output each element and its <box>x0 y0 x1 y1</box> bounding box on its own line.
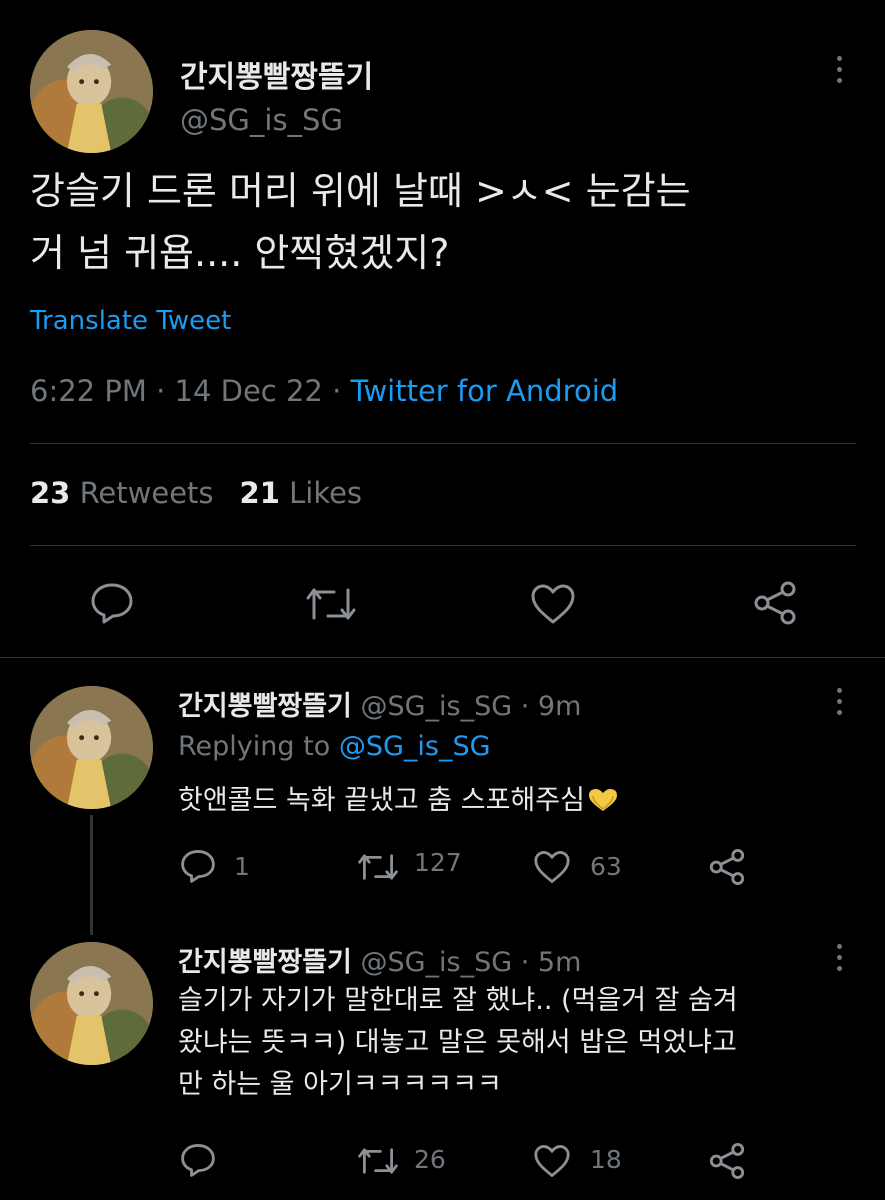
reply-handle-time[interactable]: @SG_is_SG · 9m <box>360 691 581 722</box>
like-count: 18 <box>590 1145 622 1174</box>
meta-separator: · <box>322 374 351 408</box>
reply-display-name[interactable]: 간지뽕빨짱뜰기 <box>178 947 352 978</box>
tweet-date: 14 Dec 22 <box>174 374 323 408</box>
meta-separator: · <box>146 374 175 408</box>
thread-line <box>90 815 93 935</box>
reply-icon[interactable] <box>90 582 134 624</box>
divider <box>0 657 885 658</box>
replying-to-mention[interactable]: @SG_is_SG <box>339 731 491 762</box>
reply-icon[interactable] <box>180 849 216 883</box>
tweet-meta: 6:22 PM · 14 Dec 22 · Twitter for Androi… <box>30 374 618 408</box>
main-avatar[interactable] <box>30 30 153 153</box>
divider <box>30 443 856 444</box>
main-display-name[interactable]: 간지뽕빨짱뜰기 <box>180 52 373 96</box>
reply-text: 핫앤콜드 녹화 끝냈고 춤 스포해주심 <box>178 780 858 826</box>
tweet-source-link[interactable]: Twitter for Android <box>351 374 619 408</box>
divider <box>30 545 856 546</box>
reply-header: 간지뽕빨짱뜰기 @SG_is_SG · 9m <box>178 684 581 723</box>
reply-avatar[interactable] <box>30 942 153 1065</box>
retweet-count: 26 <box>414 1145 446 1174</box>
main-more-icon[interactable] <box>834 56 844 83</box>
main-tweet-text-line2: 거 넘 귀욥.... 안찍혔겠지? <box>30 231 450 275</box>
reply-icon[interactable] <box>180 1143 216 1177</box>
reply-count: 1 <box>234 852 250 881</box>
likes-label: Likes <box>289 476 363 510</box>
retweet-icon[interactable] <box>356 1145 400 1177</box>
like-icon[interactable] <box>533 850 571 884</box>
replying-to: Replying to @SG_is_SG <box>178 731 491 762</box>
replying-to-prefix: Replying to <box>178 731 339 762</box>
reply-text-line2: 왔냐는 뜻ㅋㅋ) 대놓고 말은 못해서 밥은 먹었냐고 <box>178 1027 737 1058</box>
retweet-icon[interactable] <box>356 851 400 883</box>
retweets-stat[interactable]: 23 Retweets <box>30 476 214 510</box>
reply-more-icon[interactable] <box>834 688 844 715</box>
translate-tweet-link[interactable]: Translate Tweet <box>30 306 231 336</box>
tweet-time: 6:22 PM <box>30 374 147 408</box>
retweets-count: 23 <box>30 476 71 510</box>
like-icon[interactable] <box>533 1144 571 1178</box>
reply-display-name[interactable]: 간지뽕빨짱뜰기 <box>178 691 352 722</box>
share-icon[interactable] <box>708 1142 746 1180</box>
reply-text: 슬기가 자기가 말한대로 잘 했냐.. (먹을거 잘 숨겨 왔냐는 뜻ㅋㅋ) 대… <box>178 980 868 1106</box>
reply-handle-time[interactable]: @SG_is_SG · 5m <box>360 947 581 978</box>
reply-avatar[interactable] <box>30 686 153 809</box>
likes-stat[interactable]: 21 Likes <box>240 476 363 510</box>
main-handle[interactable]: @SG_is_SG <box>180 103 343 137</box>
reply-more-icon[interactable] <box>834 944 844 971</box>
tweet-stats: 23 Retweets 21 Likes <box>30 476 362 510</box>
retweet-icon[interactable] <box>304 584 358 624</box>
yellow-heart-emoji-icon <box>587 784 619 826</box>
main-tweet-text: 강슬기 드론 머리 위에 날때 >ㅅ< 눈감는 거 넘 귀욥.... 안찍혔겠지… <box>30 160 860 284</box>
reply-text-line1: 슬기가 자기가 말한대로 잘 했냐.. (먹을거 잘 숨겨 <box>178 985 738 1016</box>
likes-count: 21 <box>239 476 280 510</box>
like-count: 63 <box>590 852 622 881</box>
reply-text-line1: 핫앤콜드 녹화 끝냈고 춤 스포해주심 <box>178 785 585 816</box>
share-icon[interactable] <box>708 848 746 886</box>
retweets-label: Retweets <box>79 476 214 510</box>
like-icon[interactable] <box>530 583 576 625</box>
main-tweet-text-line1: 강슬기 드론 머리 위에 날때 >ㅅ< 눈감는 <box>30 169 691 213</box>
reply-header: 간지뽕빨짱뜰기 @SG_is_SG · 5m <box>178 940 581 979</box>
reply-text-line3: 만 하는 울 아기ㅋㅋㅋㅋㅋㅋ <box>178 1069 502 1100</box>
share-icon[interactable] <box>752 580 798 626</box>
retweet-count: 127 <box>414 848 462 877</box>
